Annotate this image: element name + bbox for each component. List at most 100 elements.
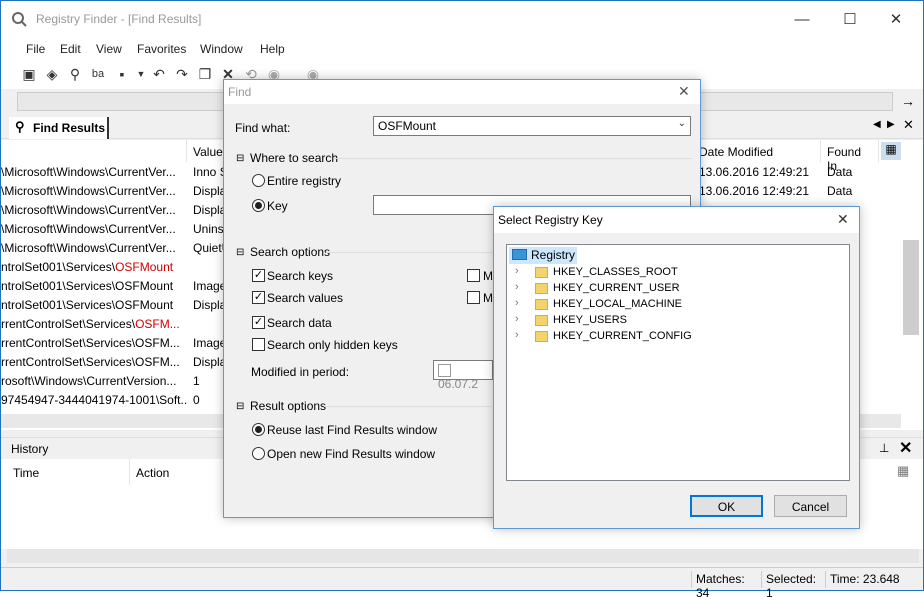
radio-key[interactable]: [252, 199, 265, 212]
cell-key-prefix: ntrolSet001\Services\: [1, 260, 116, 274]
checkbox-hidden-keys[interactable]: [252, 338, 265, 351]
cell-key-match: OSFM...: [135, 317, 180, 331]
undo-icon[interactable]: ↶: [150, 65, 168, 83]
computer-icon[interactable]: ▣: [20, 65, 38, 83]
tree-node-hive[interactable]: › HKEY_LOCAL_MACHINE: [515, 297, 715, 313]
cell-key: rosoft\Windows\CurrentVersion...: [1, 374, 177, 388]
radio-entire-registry[interactable]: [252, 174, 265, 187]
checkbox-match-1[interactable]: [467, 269, 480, 282]
pin-icon[interactable]: ⊥: [879, 441, 889, 455]
cell-key: \Microsoft\Windows\CurrentVer...: [1, 222, 176, 236]
checkbox-search-data[interactable]: ✓: [252, 316, 265, 329]
column-chooser-icon[interactable]: ▦: [881, 142, 901, 160]
cell-value: Image: [193, 279, 227, 293]
select-key-title: Select Registry Key: [498, 213, 603, 227]
find-what-combobox[interactable]: OSFMount ⌄: [373, 116, 691, 136]
folder-icon: [535, 299, 548, 310]
expand-chevron-icon[interactable]: ›: [515, 265, 519, 277]
maximize-button[interactable]: ☐: [839, 9, 861, 31]
find-dialog-title: Find: [228, 85, 252, 99]
chevron-down-icon[interactable]: ⌄: [678, 118, 686, 129]
checkbox-match-2[interactable]: [467, 291, 480, 304]
menu-file[interactable]: File: [26, 42, 45, 56]
tree-node-hive[interactable]: › HKEY_CURRENT_CONFIG: [515, 329, 715, 345]
menu-window[interactable]: Window: [200, 42, 243, 56]
cell-value: Displa: [193, 355, 227, 369]
cell-key: ntrolSet001\Services\OSFMount: [1, 279, 174, 293]
folder-icon: [535, 331, 548, 342]
tree-node-hive[interactable]: › HKEY_CURRENT_USER: [515, 281, 715, 297]
tree-root-registry[interactable]: Registry: [509, 247, 577, 264]
tab-find-results[interactable]: ⚲ Find Results: [9, 117, 109, 139]
history-column-action[interactable]: Action: [136, 466, 169, 480]
hive-label: HKEY_CURRENT_CONFIG: [553, 330, 692, 342]
tab-close-icon[interactable]: ✕: [903, 117, 914, 133]
copy-icon[interactable]: ❐: [196, 65, 214, 83]
close-button[interactable]: ✕: [885, 9, 907, 31]
cell-date: 13.06.2016 12:49:21: [699, 184, 810, 198]
radio-open-new-window[interactable]: [252, 447, 265, 460]
modified-from-date[interactable]: 06.07.2: [433, 360, 493, 391]
checkbox-search-values[interactable]: ✓: [252, 291, 265, 304]
search-keys-label: Search keys: [267, 269, 334, 283]
cell-value: Displa: [193, 184, 227, 198]
modified-period-label: Modified in period:: [251, 365, 350, 379]
expand-chevron-icon[interactable]: ›: [515, 329, 519, 341]
cell-value: Inno S: [193, 165, 227, 179]
reuse-window-label: Reuse last Find Results window: [267, 423, 438, 437]
save-icon[interactable]: ▪: [113, 65, 131, 83]
window-title: Registry Finder - [Find Results]: [36, 12, 202, 26]
menu-help[interactable]: Help: [260, 42, 285, 56]
tab-prev-icon[interactable]: ◀: [873, 119, 881, 130]
tree-node-hive[interactable]: › HKEY_USERS: [515, 313, 715, 329]
tab-next-icon[interactable]: ▶: [887, 119, 895, 130]
select-key-close-icon[interactable]: ✕: [837, 211, 849, 228]
replace-icon[interactable]: ba: [89, 65, 107, 83]
history-close-icon[interactable]: ✕: [899, 438, 912, 458]
cell-key: \Microsoft\Windows\CurrentVer...: [1, 203, 176, 217]
history-column-chooser-icon[interactable]: ▦: [897, 463, 909, 479]
tree-node-hive[interactable]: › HKEY_CLASSES_ROOT: [515, 265, 715, 281]
history-column-time[interactable]: Time: [13, 466, 39, 480]
find-icon[interactable]: ⚲: [66, 65, 84, 83]
cell-key-prefix: rrentControlSet\Services\: [1, 317, 136, 331]
ok-button[interactable]: OK: [690, 495, 763, 517]
status-time: Time: 23.648: [825, 571, 905, 588]
column-divider: [129, 459, 130, 485]
cell-found-in: Data: [827, 165, 853, 179]
expand-chevron-icon[interactable]: ›: [515, 297, 519, 309]
redo-icon[interactable]: ↷: [173, 65, 191, 83]
menu-edit[interactable]: Edit: [60, 42, 81, 56]
column-header-found[interactable]: Found In: [821, 140, 879, 173]
select-key-titlebar: Select Registry Key ✕: [494, 207, 859, 233]
dropdown-icon[interactable]: ▼: [132, 65, 150, 83]
minimize-button[interactable]: —: [791, 9, 813, 31]
menu-view[interactable]: View: [96, 42, 122, 56]
collapse-icon[interactable]: ⊟: [236, 401, 244, 412]
expand-chevron-icon[interactable]: ›: [515, 313, 519, 325]
folder-icon: [535, 315, 548, 326]
go-arrow-icon[interactable]: →: [901, 93, 915, 109]
menu-bar: File Edit View Favorites Window Help: [1, 39, 923, 59]
column-header-value[interactable]: Value: [187, 140, 227, 162]
history-hscrollbar[interactable]: [7, 549, 919, 563]
results-scrollbar[interactable]: [903, 240, 919, 335]
checkbox-search-keys[interactable]: ✓: [252, 269, 265, 282]
expand-chevron-icon[interactable]: ›: [515, 281, 519, 293]
radio-reuse-window[interactable]: [252, 423, 265, 436]
cancel-button[interactable]: Cancel: [774, 495, 847, 517]
where-group-label: Where to search: [250, 151, 339, 165]
cell-value: [187, 315, 227, 334]
collapse-icon[interactable]: ⊟: [236, 247, 244, 258]
modified-date-value: 06.07.2: [438, 377, 479, 392]
registry-icon[interactable]: ◈: [43, 65, 61, 83]
title-bar: Registry Finder - [Find Results] — ☐ ✕: [1, 1, 923, 39]
group-divider: [324, 406, 492, 407]
collapse-icon[interactable]: ⊟: [236, 153, 244, 164]
date-checkbox[interactable]: [438, 364, 451, 378]
find-dialog-titlebar: Find ✕: [224, 80, 700, 104]
menu-favorites[interactable]: Favorites: [137, 42, 186, 56]
find-close-icon[interactable]: ✕: [678, 83, 690, 100]
column-header-date[interactable]: Date Modified: [693, 140, 821, 162]
column-header-key[interactable]: [1, 140, 187, 162]
